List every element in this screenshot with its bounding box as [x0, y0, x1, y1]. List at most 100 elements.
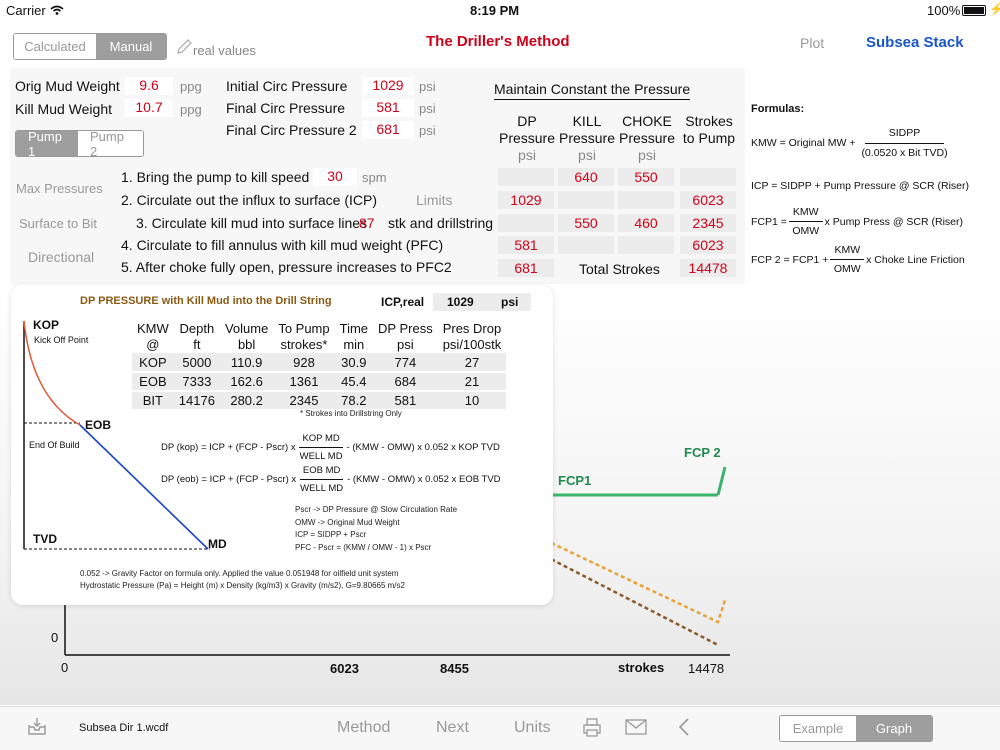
r3-choke-cell: 460: [618, 214, 674, 232]
chart-x-tick-max: 14478: [688, 661, 725, 676]
pencil-icon[interactable]: [175, 38, 193, 56]
icp-input[interactable]: 1029: [362, 77, 414, 95]
r2-choke-cell: [618, 191, 674, 209]
r1-strokes-cell: [680, 168, 736, 186]
col-volume: Volume bbl: [219, 321, 274, 353]
r2-dp-cell: 1029: [498, 191, 554, 209]
page-title: The Driller's Method: [426, 33, 570, 50]
table-row: BIT 14176 280.2 2345 78.2 581 10: [132, 391, 507, 411]
r3-strokes-cell: 2345: [680, 214, 736, 232]
plot-button[interactable]: Plot: [800, 35, 824, 51]
icp-formula: ICP = SIDPP + Pump Pressure @ SCR (Riser…: [751, 180, 970, 192]
maintain-pressure-title: Maintain Constant the Pressure: [494, 81, 691, 100]
fcp-input[interactable]: 581: [362, 99, 414, 117]
step-4-label: 4. Circulate to fill annulus with kill m…: [121, 237, 444, 253]
r4-kill-cell: [558, 236, 614, 254]
step-3-label: 3. Circulate kill mud into surface lines: [136, 215, 368, 231]
fcp-unit: psi: [419, 101, 436, 116]
chart-x-label: strokes: [618, 660, 665, 675]
orig-mud-weight-label: Orig Mud Weight: [15, 78, 120, 94]
strokes-header: Strokes to Pump: [682, 113, 736, 146]
step-1-label: 1. Bring the pump to kill speed: [121, 169, 310, 185]
wifi-icon: [50, 5, 64, 15]
fcp2-unit: psi: [419, 123, 436, 138]
eob-sub-label: End Of Build: [29, 440, 80, 450]
kill-mud-unit: ppg: [180, 102, 202, 117]
fcp-label: Final Circ Pressure: [226, 100, 346, 116]
fcp2-formula: FCP 2 = FCP1 + KMW OMW x Choke Line Frict…: [751, 244, 965, 275]
sidebar-item-max-pressures[interactable]: Max Pressures: [16, 181, 103, 196]
status-time: 8:19 PM: [470, 3, 520, 18]
col-to-pump: To Pump strokes*: [273, 321, 335, 353]
eob-label: EOB: [85, 418, 112, 432]
r2-kill-cell: [558, 191, 614, 209]
col-pres-drop: Pres Drop psi/100stk: [437, 321, 507, 353]
fcp1-chart-label: FCP1: [558, 473, 592, 488]
r3-kill-cell: 550: [558, 214, 614, 232]
kmw-formula: KMW = Original MW + SIDPP (0.0520 x Bit T…: [751, 127, 948, 159]
fcp2-rise-line: [716, 466, 727, 496]
calculated-button[interactable]: Calculated: [14, 34, 96, 59]
r4-dp-cell: 581: [498, 236, 554, 254]
example-graph-segmented[interactable]: Example Graph: [779, 715, 933, 742]
fcp2-label: Final Circ Pressure 2: [226, 122, 357, 138]
file-name-label: Subsea Dir 1.wcdf: [79, 722, 169, 734]
r5-dp-cell: 681: [498, 259, 554, 277]
table-row: KOP 5000 110.9 928 30.9 774 27: [132, 353, 507, 373]
subsea-stack-button[interactable]: Subsea Stack: [866, 34, 964, 51]
icp-real-label: ICP,real: [381, 295, 425, 309]
kill-speed-unit: spm: [362, 170, 387, 185]
limits-label: Limits: [416, 192, 453, 208]
real-values-label: real values: [193, 43, 256, 58]
units-button[interactable]: Units: [514, 719, 550, 737]
method-button[interactable]: Method: [337, 719, 390, 737]
dp-eob-formula: DP (eob) = ICP + (FCP - Pscr) x EOB MD WE…: [161, 465, 501, 494]
r1-kill-cell: 640: [558, 168, 614, 186]
example-button[interactable]: Example: [780, 716, 856, 741]
r4-choke-cell: [618, 236, 674, 254]
battery-icon: [962, 5, 986, 16]
choke-pressure-header: CHOKE Pressure psi: [618, 113, 676, 163]
total-strokes-label: Total Strokes: [579, 261, 660, 277]
icp-real-unit: psi: [501, 295, 519, 309]
icp-unit: psi: [419, 79, 436, 94]
r3-dp-cell: [498, 214, 554, 232]
chart-x-tick-6023: 6023: [330, 661, 359, 676]
next-button[interactable]: Next: [436, 719, 469, 737]
sidebar-item-surface-to-bit[interactable]: Surface to Bit: [19, 216, 97, 231]
mail-icon[interactable]: [625, 719, 647, 735]
calc-manual-segmented[interactable]: Calculated Manual: [13, 33, 167, 60]
manual-button[interactable]: Manual: [96, 34, 166, 59]
fcp2-chart-label: FCP 2: [684, 445, 721, 460]
md-label: MD: [208, 537, 227, 551]
pump-1-button[interactable]: Pump 1: [16, 131, 78, 156]
printer-icon[interactable]: [581, 716, 603, 738]
step-3-suffix: stk and drillstring: [388, 215, 494, 231]
formulas-title: Formulas:: [751, 103, 805, 115]
fcp1-formula: FCP1 = KMW OMW x Pump Press @ SCR (Riser): [751, 206, 963, 237]
graph-button[interactable]: Graph: [856, 716, 932, 741]
col-kmw: KMW @: [132, 321, 174, 353]
pump-segmented[interactable]: Pump 1 Pump 2: [15, 130, 144, 157]
back-chevron-icon[interactable]: [678, 717, 690, 737]
dp-pressure-popup: DP PRESSURE with Kill Mud into the Drill…: [11, 285, 553, 605]
icp-label: Initial Circ Pressure: [226, 78, 348, 94]
kill-mud-weight-input[interactable]: 10.7: [125, 99, 173, 117]
carrier-label: Carrier: [6, 3, 46, 18]
kill-mud-table-header: KMW @ Depth ft Volume bbl To Pump strokes* T…: [132, 321, 507, 353]
choke-pressure-line: [544, 538, 727, 624]
sidebar-item-directional[interactable]: Directional: [28, 249, 94, 265]
table-footnote: * Strokes into Drillstring Only: [300, 409, 402, 418]
orig-mud-weight-input[interactable]: 9.6: [125, 77, 173, 95]
surface-lines-strokes: 87: [359, 215, 375, 231]
tvd-label: TVD: [33, 532, 57, 546]
step-5-label: 5. After choke fully open, pressure incr…: [121, 259, 452, 275]
inbox-download-icon[interactable]: [26, 716, 48, 736]
popup-footnote: 0.052 -> Gravity Factor on formula only.…: [80, 569, 405, 590]
kop-label: KOP: [33, 318, 60, 332]
pump-2-button[interactable]: Pump 2: [78, 131, 143, 156]
orig-mud-unit: ppg: [180, 79, 202, 94]
kill-speed-input[interactable]: 30: [313, 168, 357, 186]
fcp2-input[interactable]: 681: [362, 121, 414, 139]
battery-percent: 100%: [927, 3, 961, 18]
